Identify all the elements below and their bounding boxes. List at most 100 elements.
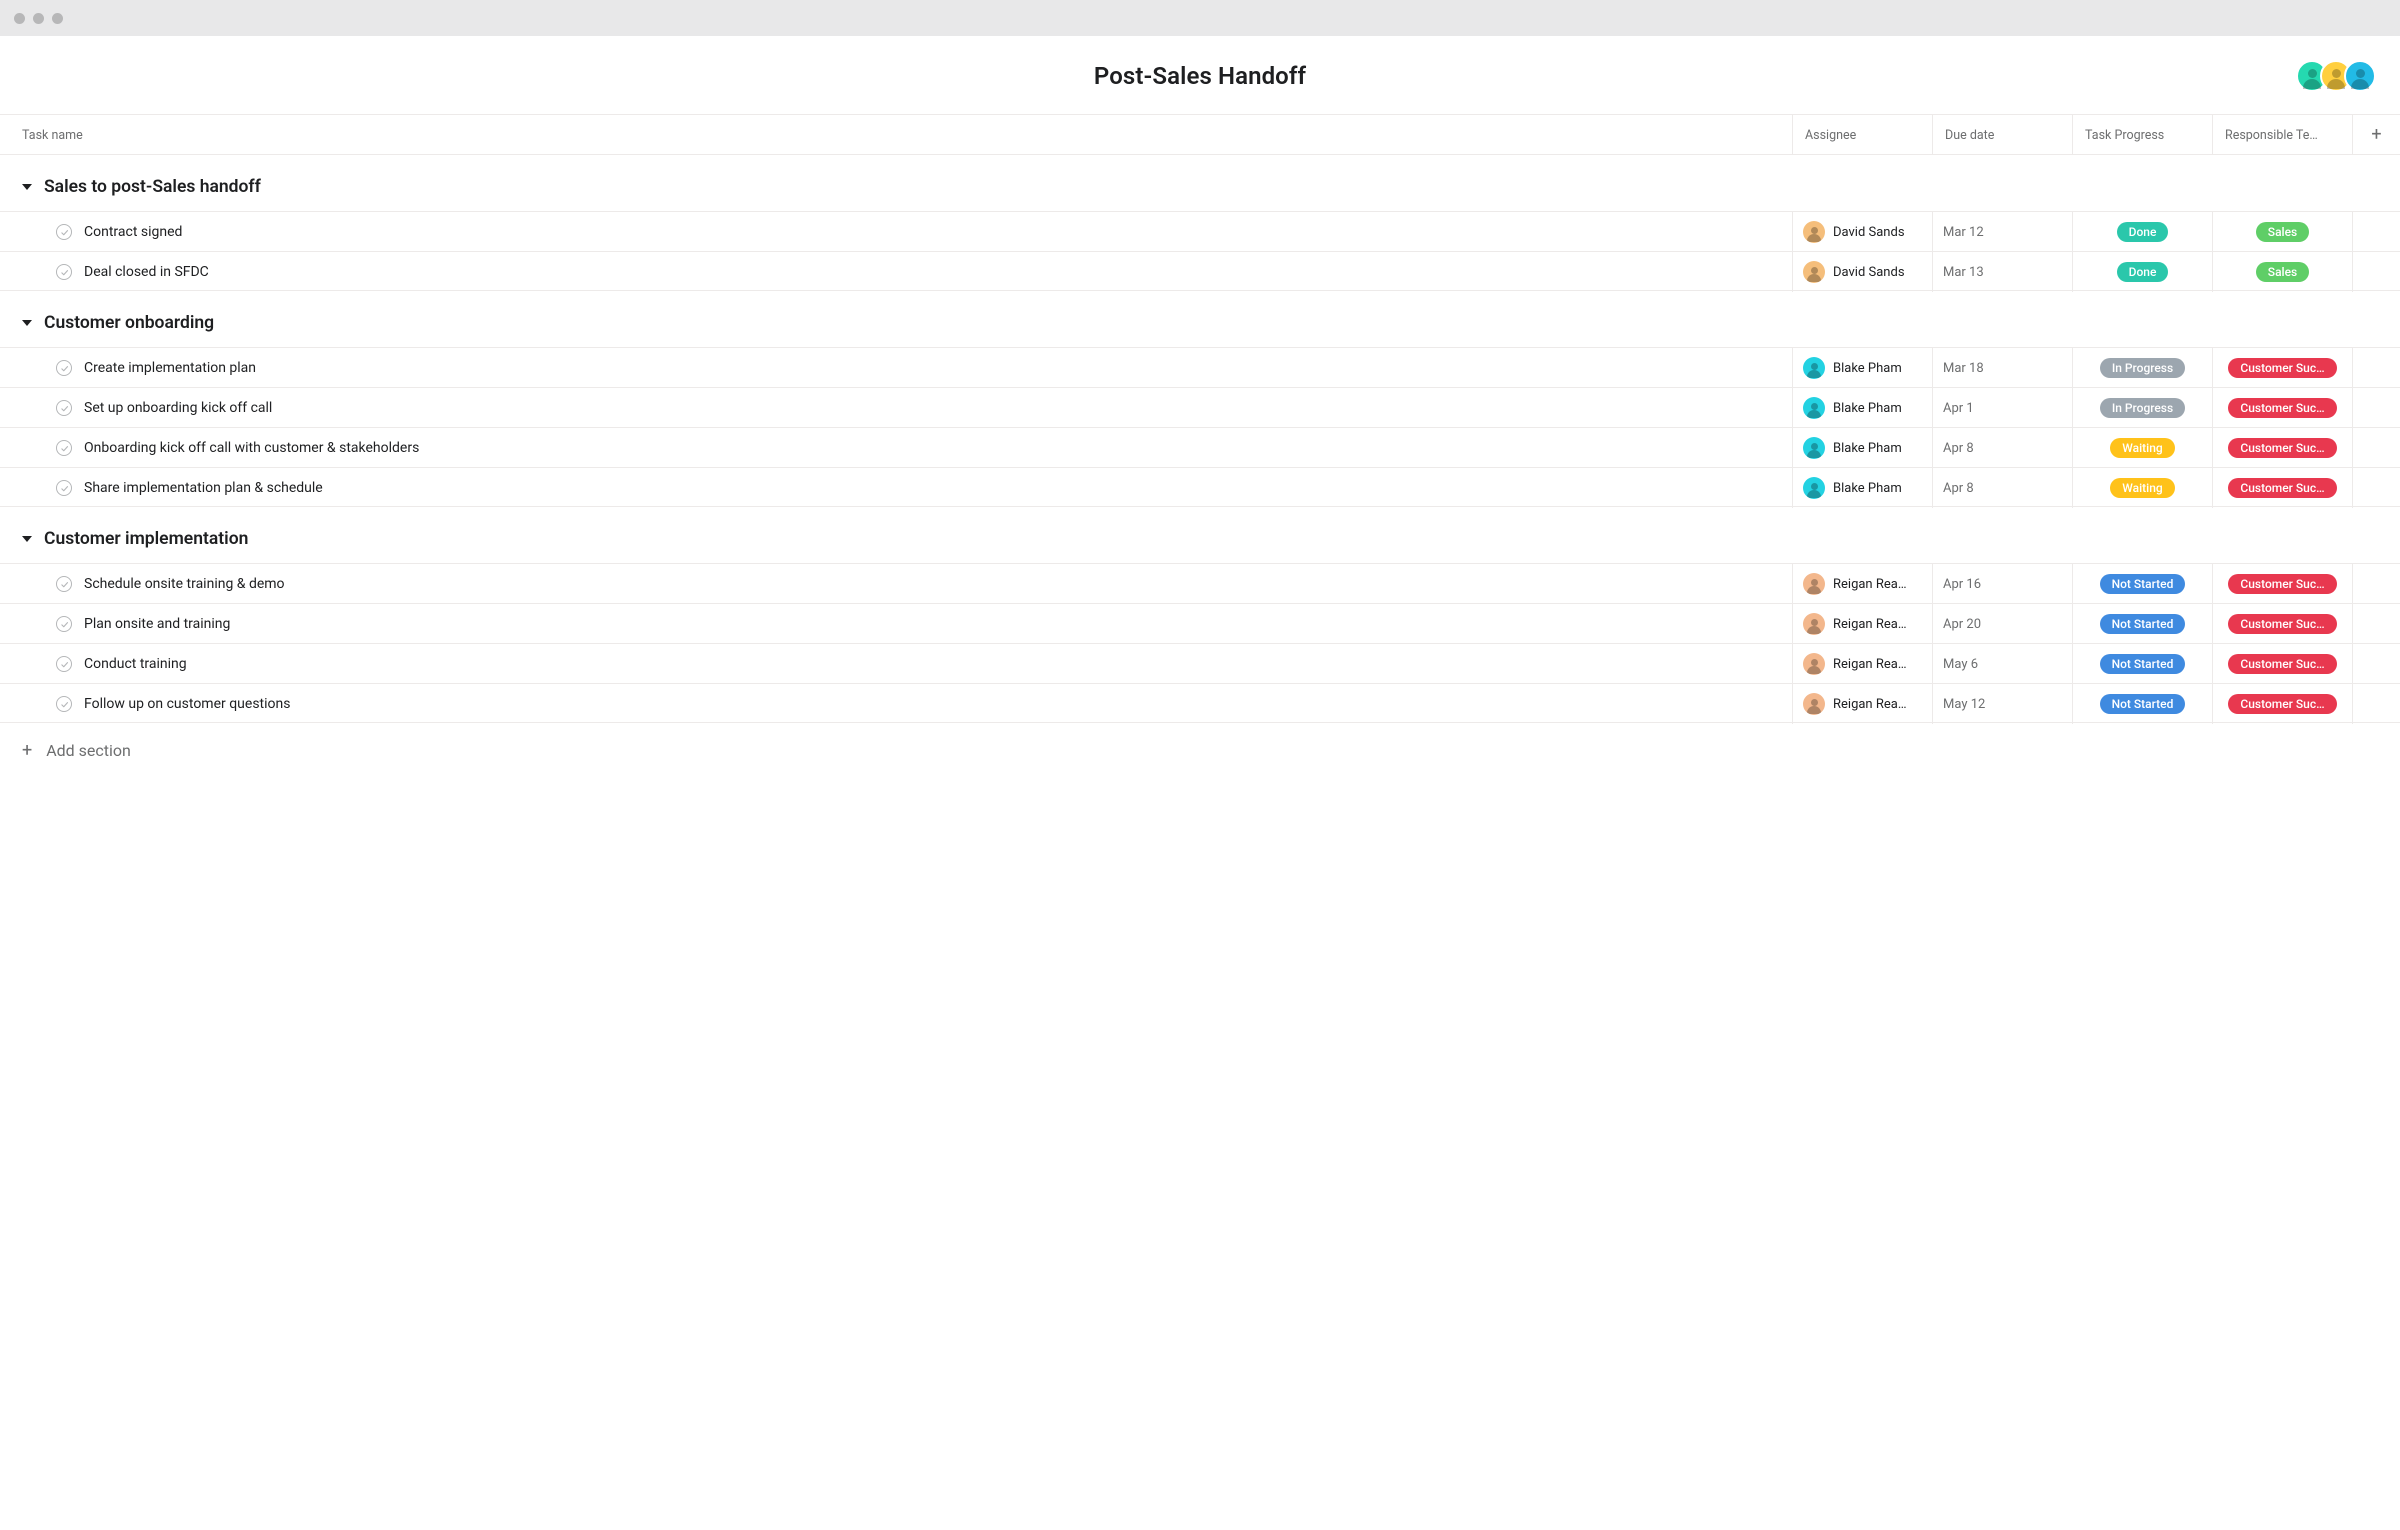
due-date-cell[interactable]: Apr 8 — [1932, 428, 2072, 468]
assignee-cell[interactable]: David Sands — [1792, 212, 1932, 252]
responsible-team-cell[interactable]: Sales — [2212, 212, 2352, 252]
window-dot-close-icon[interactable] — [14, 13, 25, 24]
complete-check-icon[interactable] — [56, 440, 72, 456]
complete-check-icon[interactable] — [56, 616, 72, 632]
member-avatars — [2296, 60, 2376, 92]
task-progress-cell[interactable]: Done — [2072, 212, 2212, 252]
col-due-date[interactable]: Due date — [1932, 115, 2072, 155]
task-row[interactable]: Set up onboarding kick off callBlake Pha… — [0, 387, 2400, 427]
assignee-avatar — [1803, 693, 1825, 715]
due-date-cell[interactable]: Apr 20 — [1932, 604, 2072, 644]
due-date-cell[interactable]: Apr 16 — [1932, 564, 2072, 604]
assignee-cell[interactable]: Reigan Rea… — [1792, 564, 1932, 604]
row-trailing-cell — [2352, 468, 2400, 508]
responsible-team-cell[interactable]: Sales — [2212, 252, 2352, 292]
assignee-avatar — [1803, 477, 1825, 499]
member-avatar[interactable] — [2344, 60, 2376, 92]
assignee-name: David Sands — [1833, 225, 1905, 240]
progress-pill: Done — [2117, 262, 2169, 282]
task-row[interactable]: Plan onsite and training Reigan Rea…Apr 2… — [0, 603, 2400, 643]
complete-check-icon[interactable] — [56, 264, 72, 280]
assignee-cell[interactable]: Blake Pham — [1792, 468, 1932, 508]
responsible-team-cell[interactable]: Customer Suc… — [2212, 644, 2352, 684]
window-dot-maximize-icon[interactable] — [52, 13, 63, 24]
complete-check-icon[interactable] — [56, 480, 72, 496]
complete-check-icon[interactable] — [56, 696, 72, 712]
assignee-cell[interactable]: Reigan Rea… — [1792, 604, 1932, 644]
task-row[interactable]: Create implementation planBlake PhamMar … — [0, 347, 2400, 387]
assignee-name: Blake Pham — [1833, 481, 1902, 496]
assignee-name: Blake Pham — [1833, 441, 1902, 456]
add-section-label: Add section — [46, 741, 131, 760]
task-row[interactable]: Share implementation plan & schedule Blak… — [0, 467, 2400, 507]
assignee-cell[interactable]: Blake Pham — [1792, 428, 1932, 468]
row-trailing-cell — [2352, 604, 2400, 644]
col-responsible-team[interactable]: Responsible Te… — [2212, 115, 2352, 155]
responsible-team-cell[interactable]: Customer Suc… — [2212, 348, 2352, 388]
due-date-cell[interactable]: Mar 12 — [1932, 212, 2072, 252]
window-dot-minimize-icon[interactable] — [33, 13, 44, 24]
team-pill: Sales — [2256, 262, 2309, 282]
responsible-team-cell[interactable]: Customer Suc… — [2212, 604, 2352, 644]
task-row[interactable]: Schedule onsite training & demoReigan Re… — [0, 563, 2400, 603]
task-progress-cell[interactable]: Done — [2072, 252, 2212, 292]
assignee-cell[interactable]: Reigan Rea… — [1792, 644, 1932, 684]
task-progress-cell[interactable]: In Progress — [2072, 388, 2212, 428]
assignee-avatar — [1803, 221, 1825, 243]
task-progress-cell[interactable]: Waiting — [2072, 468, 2212, 508]
due-date-cell[interactable]: Apr 8 — [1932, 468, 2072, 508]
section-header[interactable]: Customer implementation — [0, 507, 2400, 563]
due-date-cell[interactable]: May 6 — [1932, 644, 2072, 684]
responsible-team-cell[interactable]: Customer Suc… — [2212, 564, 2352, 604]
due-date-cell[interactable]: May 12 — [1932, 684, 2072, 724]
add-section-button[interactable]: + Add section — [0, 723, 2400, 760]
task-name: Plan onsite and training — [84, 616, 230, 632]
task-progress-cell[interactable]: Waiting — [2072, 428, 2212, 468]
col-assignee[interactable]: Assignee — [1792, 115, 1932, 155]
section-header[interactable]: Customer onboarding — [0, 291, 2400, 347]
task-name: Share implementation plan & schedule — [84, 480, 323, 496]
assignee-cell[interactable]: Reigan Rea… — [1792, 684, 1932, 724]
task-row[interactable]: Onboarding kick off call with customer &… — [0, 427, 2400, 467]
responsible-team-cell[interactable]: Customer Suc… — [2212, 468, 2352, 508]
section-title: Customer implementation — [44, 529, 248, 549]
responsible-team-cell[interactable]: Customer Suc… — [2212, 684, 2352, 724]
assignee-avatar — [1803, 357, 1825, 379]
task-name: Onboarding kick off call with customer &… — [84, 440, 419, 456]
complete-check-icon[interactable] — [56, 400, 72, 416]
task-row[interactable]: Deal closed in SFDCDavid SandsMar 13Done… — [0, 251, 2400, 291]
project-title: Post-Sales Handoff — [1094, 62, 1306, 90]
assignee-cell[interactable]: David Sands — [1792, 252, 1932, 292]
responsible-team-cell[interactable]: Customer Suc… — [2212, 428, 2352, 468]
row-trailing-cell — [2352, 564, 2400, 604]
section-title: Sales to post-Sales handoff — [44, 177, 261, 197]
complete-check-icon[interactable] — [56, 656, 72, 672]
row-trailing-cell — [2352, 252, 2400, 292]
task-row[interactable]: Conduct trainingReigan Rea…May 6Not Star… — [0, 643, 2400, 683]
team-pill: Customer Suc… — [2228, 398, 2336, 418]
progress-pill: Done — [2117, 222, 2169, 242]
task-row[interactable]: Follow up on customer questionsReigan Re… — [0, 683, 2400, 723]
col-task-progress[interactable]: Task Progress — [2072, 115, 2212, 155]
task-progress-cell[interactable]: Not Started — [2072, 644, 2212, 684]
assignee-cell[interactable]: Blake Pham — [1792, 348, 1932, 388]
due-date: Mar 12 — [1943, 225, 1984, 240]
task-progress-cell[interactable]: In Progress — [2072, 348, 2212, 388]
due-date-cell[interactable]: Mar 13 — [1932, 252, 2072, 292]
complete-check-icon[interactable] — [56, 360, 72, 376]
assignee-cell[interactable]: Blake Pham — [1792, 388, 1932, 428]
add-column-button[interactable]: + — [2352, 115, 2400, 155]
task-progress-cell[interactable]: Not Started — [2072, 564, 2212, 604]
task-progress-cell[interactable]: Not Started — [2072, 684, 2212, 724]
due-date-cell[interactable]: Mar 18 — [1932, 348, 2072, 388]
col-task-name[interactable]: Task name — [0, 128, 1792, 143]
due-date: Mar 18 — [1943, 361, 1984, 376]
responsible-team-cell[interactable]: Customer Suc… — [2212, 388, 2352, 428]
complete-check-icon[interactable] — [56, 576, 72, 592]
task-row[interactable]: Contract signedDavid SandsMar 12DoneSale… — [0, 211, 2400, 251]
due-date-cell[interactable]: Apr 1 — [1932, 388, 2072, 428]
task-progress-cell[interactable]: Not Started — [2072, 604, 2212, 644]
plus-icon: + — [22, 742, 32, 760]
complete-check-icon[interactable] — [56, 224, 72, 240]
section-header[interactable]: Sales to post-Sales handoff — [0, 155, 2400, 211]
